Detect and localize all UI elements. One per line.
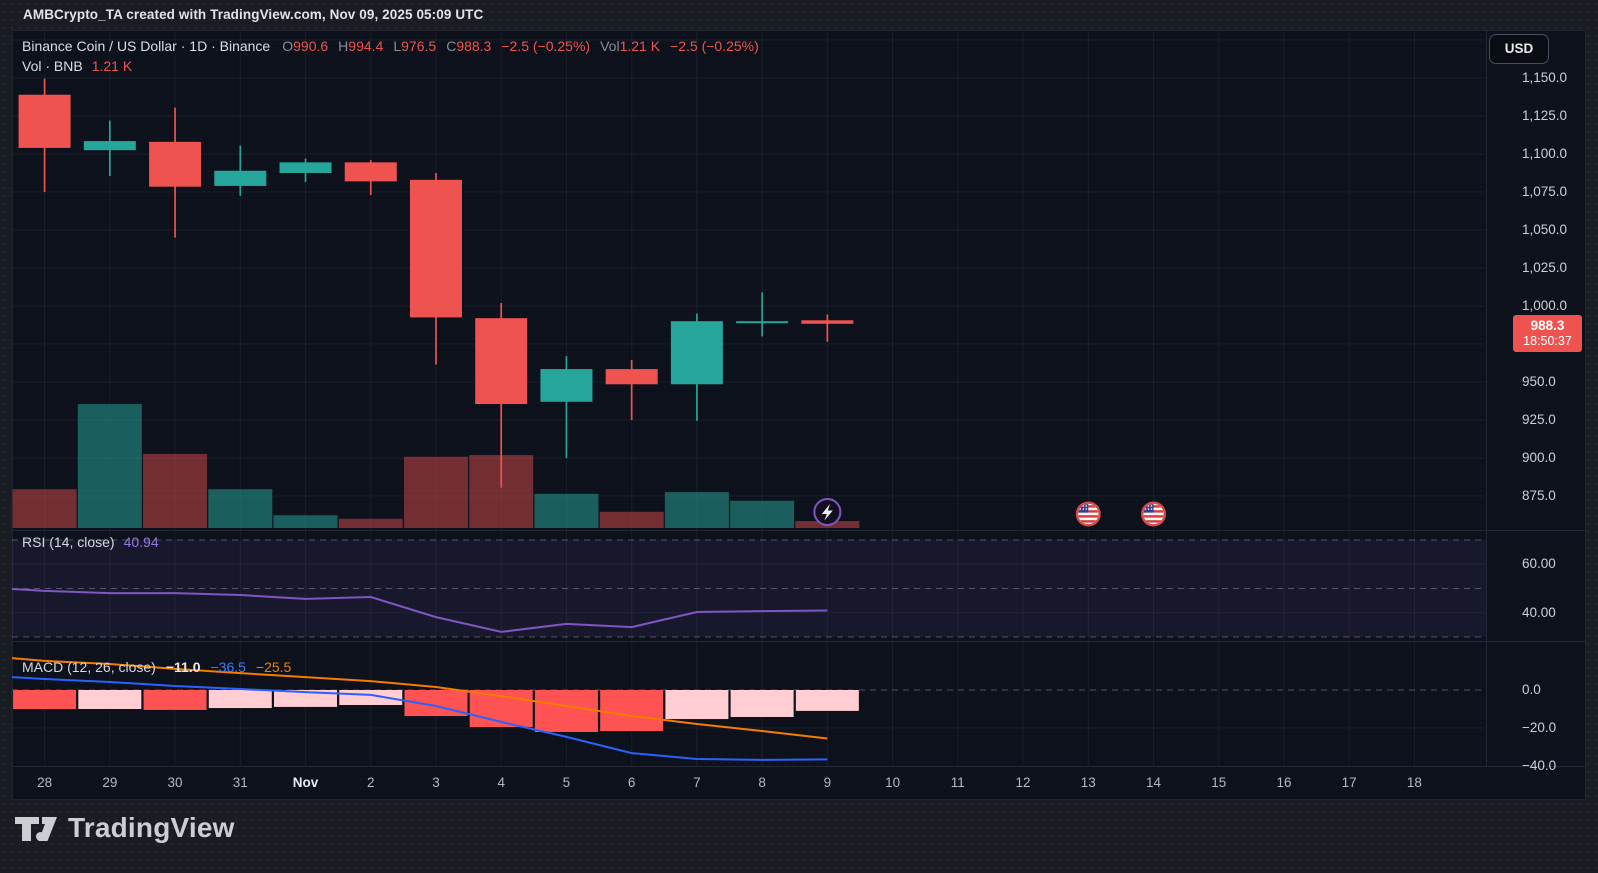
- time-axis-label: 17: [1319, 775, 1379, 790]
- time-axis-label: 16: [1254, 775, 1314, 790]
- tradingview-logo-mark: [14, 810, 58, 846]
- time-axis-label: 15: [1189, 775, 1249, 790]
- tradingview-logo[interactable]: TradingView: [14, 810, 235, 846]
- time-axis-label: 2: [341, 775, 401, 790]
- time-axis-label: 6: [602, 775, 662, 790]
- time-axis-label: 31: [210, 775, 270, 790]
- last-price-badge: 988.3 18:50:37: [1513, 315, 1582, 352]
- time-axis-label: 7: [667, 775, 727, 790]
- time-axis-label: 18: [1384, 775, 1444, 790]
- time-axis-label: 11: [928, 775, 988, 790]
- tradingview-snapshot: AMBCrypto_TA created with TradingView.co…: [0, 0, 1598, 873]
- time-axis-label: 14: [1124, 775, 1184, 790]
- time-axis-label: 3: [406, 775, 466, 790]
- time-axis-label: 29: [80, 775, 140, 790]
- time-axis-label: 5: [536, 775, 596, 790]
- time-scale[interactable]: 28 29 30 31 Nov 23456789 10 11 12 13 14 15 16 17 18: [0, 0, 1598, 873]
- currency-toggle-button[interactable]: USD: [1489, 34, 1549, 64]
- last-price-value: 988.3: [1513, 318, 1582, 334]
- time-axis-label: 10: [863, 775, 923, 790]
- time-axis-label: 13: [1058, 775, 1118, 790]
- time-axis-label: 28: [15, 775, 75, 790]
- time-axis-label: 12: [993, 775, 1053, 790]
- bar-countdown: 18:50:37: [1513, 334, 1582, 348]
- time-axis-label: Nov: [276, 775, 336, 790]
- time-axis-label: 8: [732, 775, 792, 790]
- time-axis-label: 9: [797, 775, 857, 790]
- tradingview-logo-text: TradingView: [68, 812, 235, 844]
- time-axis-label: 4: [471, 775, 531, 790]
- time-axis-label: 30: [145, 775, 205, 790]
